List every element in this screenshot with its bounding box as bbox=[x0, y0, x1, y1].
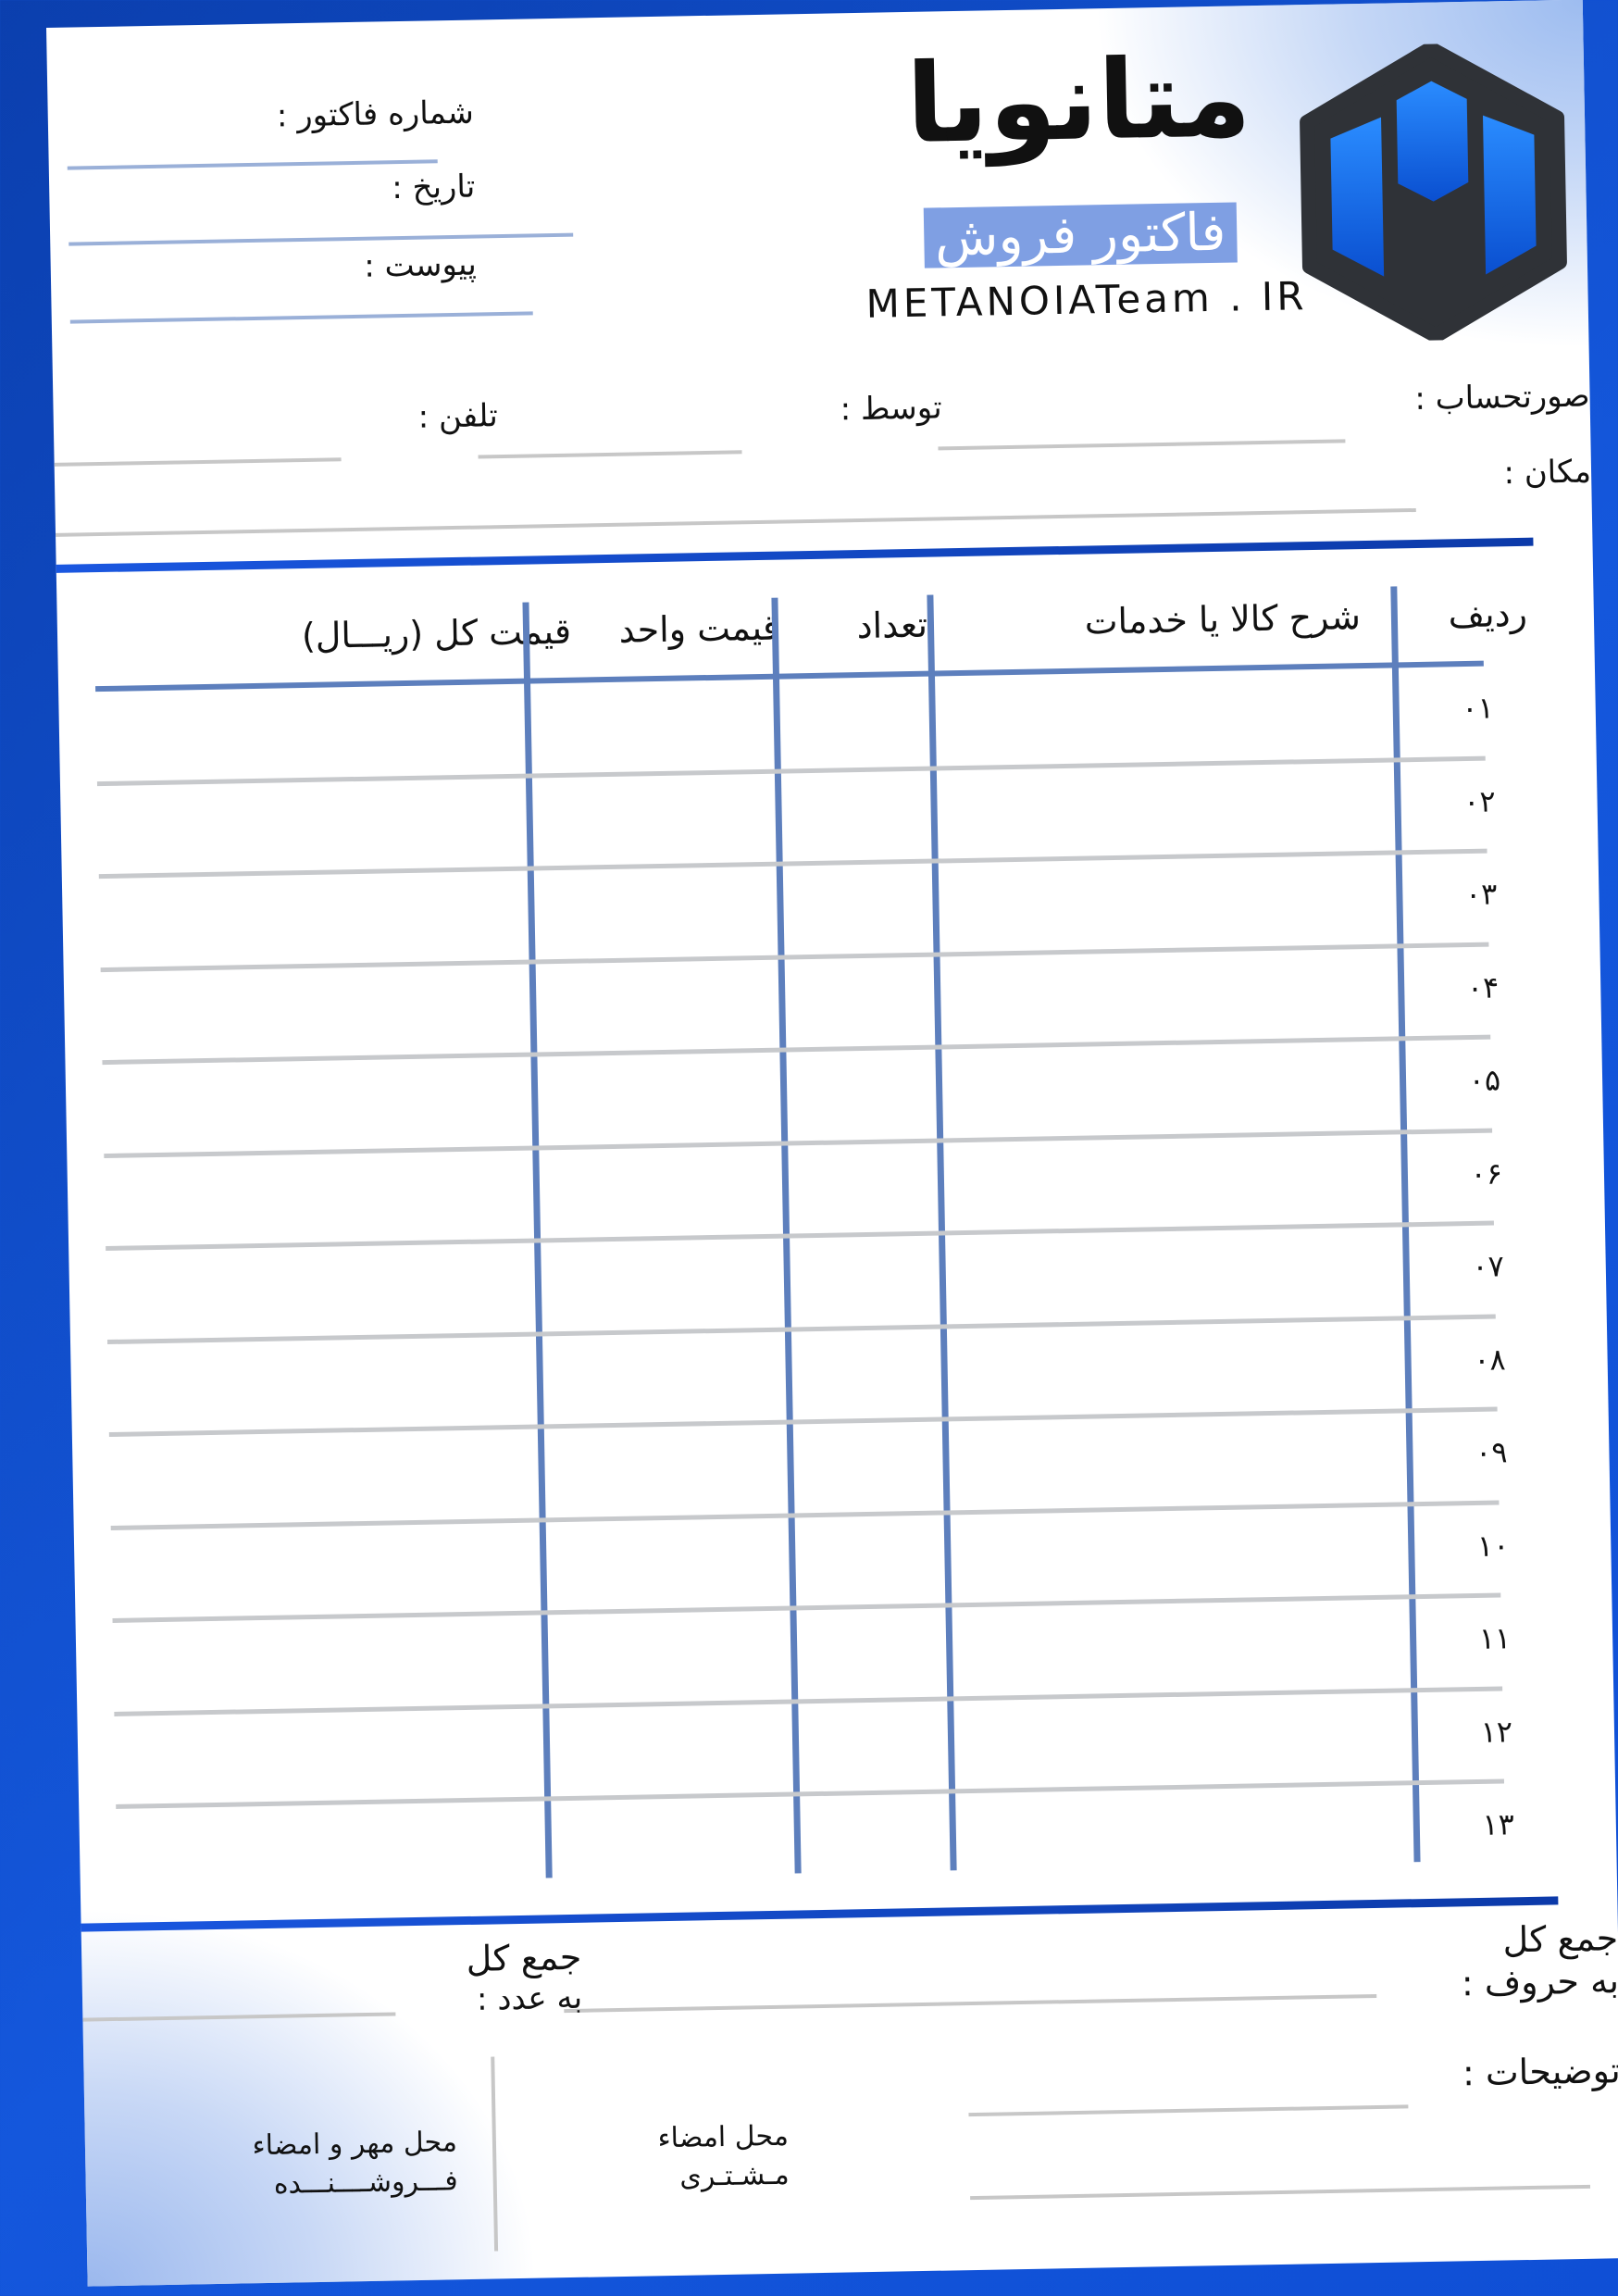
date-label: تاریخ : bbox=[391, 168, 476, 207]
total-words-label-2: به حروف : bbox=[1461, 1960, 1618, 2004]
notes-label: توضیحات : bbox=[1462, 2050, 1618, 2094]
items-table: ردیف شرح کالا یا خدمات تعداد قیمت واحد ق… bbox=[46, 0, 1583, 1878]
column-header-total-price: قیمت کل (ریـــال) bbox=[301, 610, 572, 657]
row-number: ۰۸ bbox=[1473, 1341, 1506, 1378]
row-number: ۰۹ bbox=[1475, 1434, 1508, 1470]
table-row-divider bbox=[106, 1220, 1494, 1252]
customer-signature-label-1: محل امضاء bbox=[657, 2119, 790, 2155]
location-field[interactable] bbox=[56, 507, 1416, 537]
total-number-label-2: به عدد : bbox=[476, 1978, 583, 2018]
seller-signature-label-1: محل مهر و امضاء bbox=[252, 2126, 458, 2163]
table-row-divider bbox=[112, 1592, 1501, 1623]
row-number: ۰۲ bbox=[1462, 782, 1496, 819]
table-row-divider bbox=[108, 1406, 1498, 1438]
date-field[interactable] bbox=[68, 232, 574, 246]
brand-name: متانویا bbox=[904, 33, 1252, 168]
row-number: ۰۵ bbox=[1468, 1062, 1501, 1099]
account-label: صورتحساب : bbox=[1413, 377, 1590, 418]
row-number: ۱۰ bbox=[1476, 1527, 1510, 1564]
row-number: ۰۶ bbox=[1470, 1154, 1503, 1192]
table-header-rule bbox=[95, 660, 1484, 693]
total-number-field[interactable] bbox=[82, 2012, 396, 2022]
invoice-number-field[interactable] bbox=[67, 159, 438, 170]
row-number: ۰۳ bbox=[1464, 876, 1498, 913]
phone-label: تلفن : bbox=[417, 397, 499, 436]
row-number: ۱۲ bbox=[1480, 1713, 1513, 1750]
row-number: ۱۳ bbox=[1482, 1806, 1515, 1842]
table-row-divider bbox=[104, 1128, 1493, 1158]
column-header-quantity: تعداد bbox=[856, 604, 928, 647]
table-row-divider bbox=[98, 848, 1487, 880]
invoice-paper: متانویا فاکتور فروش METANOIATeam . IR شم… bbox=[46, 0, 1618, 2287]
table-row-divider bbox=[96, 755, 1486, 786]
table-row-divider bbox=[102, 1034, 1491, 1066]
notes-field[interactable] bbox=[968, 2104, 1409, 2117]
invoice-subtitle: فاکتور فروش bbox=[923, 202, 1238, 268]
seller-signature-label-2: فـــروشــــنـــده bbox=[273, 2165, 459, 2201]
table-body: ۰۱ ۰۲ ۰۳ ۰۴ ۰۵ ۰۶ ۰۷ ۰۸ ۰۹ ۱۰ ۱۱ ۱۲ ۱۳ bbox=[46, 0, 1583, 1842]
total-number-label-1: جمع کل bbox=[466, 1936, 582, 1980]
table-bottom-divider bbox=[81, 1896, 1559, 1932]
attachment-field[interactable] bbox=[69, 311, 533, 324]
account-field[interactable] bbox=[938, 439, 1346, 451]
row-number: ۰۴ bbox=[1466, 968, 1500, 1005]
invoice-number-label: شماره فاکتور : bbox=[276, 94, 475, 135]
header-divider bbox=[56, 537, 1534, 573]
table-row-divider bbox=[114, 1685, 1503, 1716]
row-number: ۰۱ bbox=[1462, 690, 1495, 727]
column-header-unit-price: قیمت واحد bbox=[618, 606, 780, 651]
row-number: ۱۱ bbox=[1478, 1620, 1512, 1656]
logo-icon bbox=[1300, 41, 1567, 343]
signature-divider bbox=[491, 2056, 499, 2252]
table-row-divider bbox=[116, 1778, 1505, 1809]
total-words-label-1: جمع کل bbox=[1502, 1917, 1618, 1961]
attachment-label: پیوست : bbox=[363, 245, 478, 285]
table-row-divider bbox=[106, 1314, 1496, 1344]
table-row-divider bbox=[110, 1500, 1500, 1530]
table-row-divider bbox=[100, 942, 1489, 972]
by-label: توسط : bbox=[840, 389, 943, 429]
customer-signature-label-2: مـشـتـری bbox=[679, 2158, 790, 2193]
row-number: ۰۷ bbox=[1472, 1248, 1505, 1284]
column-header-row-number: ردیف bbox=[1448, 593, 1528, 636]
column-header-description: شرح کالا یا خدمات bbox=[1084, 596, 1362, 643]
location-label: مکان : bbox=[1503, 453, 1592, 493]
by-field[interactable] bbox=[478, 450, 742, 459]
notes-field[interactable] bbox=[970, 2184, 1591, 2201]
total-words-field[interactable] bbox=[564, 1994, 1377, 2014]
website-label: METANOIATeam . IR bbox=[865, 273, 1308, 327]
phone-field[interactable] bbox=[54, 457, 342, 467]
